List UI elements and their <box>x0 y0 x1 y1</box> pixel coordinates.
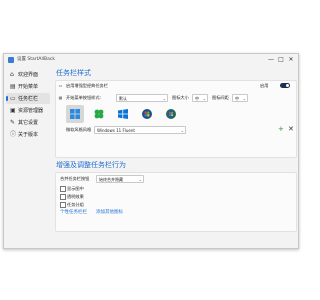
icon-spacing-dropdown[interactable]: 中 ⌄ <box>232 94 248 102</box>
dropdown-value: 始终合并隐藏 <box>99 176 123 182</box>
icon-spacing-label: 图标间距 <box>212 95 229 100</box>
chevron-down-icon: ⌄ <box>180 127 184 133</box>
info-icon: ⓘ <box>10 131 17 138</box>
visual-style-label: 微软风格风格 <box>66 127 92 132</box>
style-option-windows-7-orb[interactable] <box>138 105 156 123</box>
checkbox-label: 显示图中 <box>67 185 84 191</box>
dropdown-value: 中 <box>195 95 199 101</box>
sidebar-item-label: 关于版本 <box>18 131 39 138</box>
customize-taskbar-link[interactable]: 个性任务栏栏 <box>60 210 87 215</box>
app-icon <box>8 57 14 63</box>
sidebar-item-label: 欢迎界面 <box>18 71 39 78</box>
toggle-state-label: 启用 <box>260 83 269 88</box>
home-icon: ⌂ <box>10 71 14 78</box>
chevron-down-icon: ⌄ <box>202 95 206 101</box>
icon-size-dropdown[interactable]: 中 ⌄ <box>192 94 208 102</box>
sidebar-item-label: 任务栏栏 <box>18 95 39 102</box>
maximize-button[interactable]: □ <box>276 55 286 64</box>
add-other-icons-link[interactable]: 添加其他图标 <box>96 210 123 215</box>
style-option-windows-11[interactable] <box>66 105 84 123</box>
close-button[interactable]: ✕ <box>286 55 296 64</box>
add-icon[interactable]: + <box>278 125 284 133</box>
chevron-down-icon: ⌄ <box>138 176 142 182</box>
title-bar: 设置 StartAllBack — □ ✕ <box>4 54 298 66</box>
dropdown-value: 中 <box>235 95 239 101</box>
folder-icon: ▣ <box>10 107 16 114</box>
main-content: 任务栏样式 ▭ 启用增强型经典任务栏 启用 ▦ 开始菜单按钮样式: 默认 ⌄ 图… <box>51 66 298 248</box>
sidebar-item-label: 开始菜单 <box>18 83 39 90</box>
windows-7-orb-icon <box>142 109 152 119</box>
windows-10-logo-icon <box>118 109 128 119</box>
settings-window: 设置 StartAllBack — □ ✕ ⌂ 欢迎界面 ▤ 开始菜单 ▭ 任务… <box>3 53 299 249</box>
start-menu-icon: ▤ <box>10 83 16 90</box>
sidebar-item-label: 资源管理器 <box>18 107 44 114</box>
sidebar-item-other-settings[interactable]: ✎ 其它设置 <box>6 117 50 128</box>
dropdown-value: Windows 11 Fluent <box>97 127 135 133</box>
checkbox-show-in-view[interactable] <box>60 186 66 192</box>
style-option-vista-orb[interactable] <box>162 105 180 123</box>
behavior-heading: 增强及调整任务栏行为 <box>56 161 126 169</box>
style-option-windows-10[interactable] <box>114 105 132 123</box>
sidebar-item-explorer[interactable]: ▣ 资源管理器 <box>6 105 50 116</box>
minimize-button[interactable]: — <box>266 55 276 64</box>
sidebar-item-taskbar[interactable]: ▭ 任务栏栏 <box>6 93 50 104</box>
window-title: 设置 StartAllBack <box>17 57 55 62</box>
windows-11-logo-icon <box>70 109 80 119</box>
chevron-down-icon: ⌄ <box>242 95 246 101</box>
checkbox-label: 任务分组 <box>67 201 84 207</box>
taskbar-settings-icon: ▭ <box>58 83 63 88</box>
taskbar-style-card: ▭ 启用增强型经典任务栏 启用 ▦ 开始菜单按钮样式: 默认 ⌄ 图标大小 中 … <box>55 80 297 158</box>
behavior-card: 合并任务栏按钮 始终合并隐藏 ⌄ 显示图中 透明效果 任务分组 个性任务栏栏 添… <box>55 172 297 232</box>
toggle-knob <box>286 84 289 87</box>
start-button-icon: ▦ <box>58 95 63 100</box>
dropdown-value: 默认 <box>119 95 127 101</box>
visual-style-dropdown[interactable]: Windows 11 Fluent ⌄ <box>94 126 186 134</box>
sidebar-item-about[interactable]: ⓘ 关于版本 <box>6 129 50 140</box>
sidebar-item-start-menu[interactable]: ▤ 开始菜单 <box>6 81 50 92</box>
clover-logo-icon <box>94 109 104 119</box>
sidebar-item-label: 其它设置 <box>18 119 39 126</box>
sidebar-item-welcome[interactable]: ⌂ 欢迎界面 <box>6 69 50 80</box>
taskbar-icon: ▭ <box>10 95 16 102</box>
sidebar: ⌂ 欢迎界面 ▤ 开始菜单 ▭ 任务栏栏 ▣ 资源管理器 ✎ 其它设置 ⓘ 关于… <box>4 66 51 246</box>
merge-buttons-dropdown[interactable]: 始终合并隐藏 ⌄ <box>96 175 144 183</box>
merge-buttons-label: 合并任务栏按钮 <box>60 176 90 181</box>
wrench-icon: ✎ <box>10 119 16 126</box>
start-button-style-dropdown[interactable]: 默认 ⌄ <box>116 94 168 102</box>
delete-icon[interactable]: ✕ <box>288 125 294 133</box>
style-option-clover[interactable] <box>90 105 108 123</box>
chevron-down-icon: ⌄ <box>162 95 166 101</box>
enable-classic-taskbar-label: 启用增强型经典任务栏 <box>66 83 108 88</box>
checkbox-transparency[interactable] <box>60 194 66 200</box>
checkbox-task-grouping[interactable] <box>60 202 66 208</box>
icon-size-label: 图标大小 <box>172 95 189 100</box>
enable-classic-taskbar-toggle[interactable] <box>280 83 290 88</box>
start-button-style-label: 开始菜单按钮样式: <box>66 95 101 100</box>
taskbar-style-heading: 任务栏样式 <box>56 69 91 77</box>
active-indicator <box>6 96 8 101</box>
windows-vista-orb-icon <box>166 109 176 119</box>
checkbox-label: 透明效果 <box>67 193 84 199</box>
